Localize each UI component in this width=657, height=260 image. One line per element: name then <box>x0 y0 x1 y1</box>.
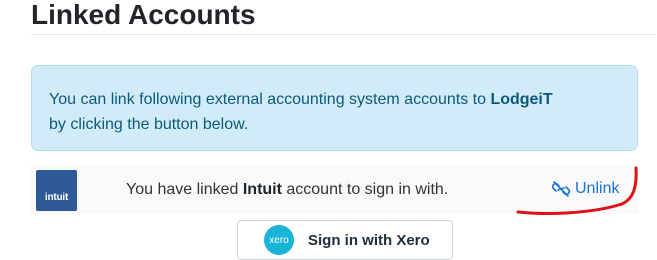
intuit-logo-text: intuit <box>44 192 69 203</box>
xero-logo: xero <box>264 225 294 255</box>
linked-account-text: You have linked Intuit account to sign i… <box>126 180 448 200</box>
unlink-label: Unlink <box>575 180 620 197</box>
alert-text-after: by clicking the button below. <box>49 116 249 133</box>
page-title: Linked Accounts <box>31 0 256 30</box>
alert-brand: LodgeiT <box>490 91 553 108</box>
intuit-logo: intuit <box>36 170 77 211</box>
linked-provider: Intuit <box>242 181 282 198</box>
unlink-link[interactable]: Unlink <box>551 179 619 199</box>
alert-text-before: You can link following external accounti… <box>49 91 491 108</box>
linked-account-row: intuit You have linked Intuit account to… <box>31 166 638 214</box>
sign-in-with-xero-button[interactable]: xero Sign in with Xero <box>237 220 453 260</box>
unlink-icon <box>551 181 571 197</box>
info-alert: You can link following external accounti… <box>31 65 638 151</box>
linked-text-before: You have linked <box>126 181 243 198</box>
xero-button-label: Sign in with Xero <box>308 231 430 249</box>
title-divider <box>31 34 655 35</box>
linked-text-after: account to sign in with. <box>281 181 449 198</box>
